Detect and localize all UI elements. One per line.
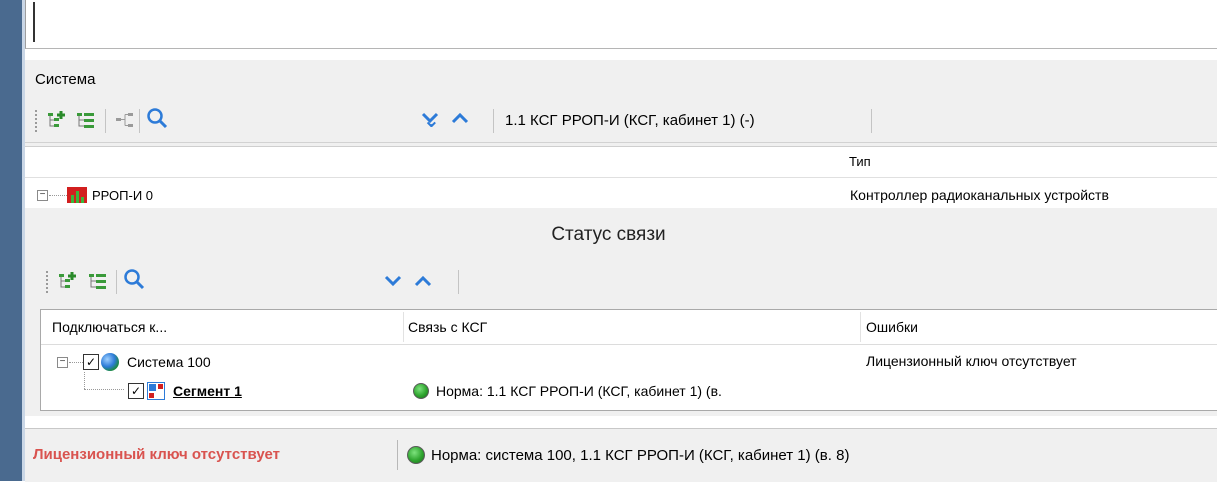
status-ok-icon bbox=[413, 383, 429, 399]
tree-node-type: Контроллер радиоканальных устройств bbox=[850, 187, 1109, 203]
connection-status: Норма: система 100, 1.1 КСГ РРОП-И (КСГ,… bbox=[407, 446, 849, 464]
globe-icon bbox=[101, 353, 119, 371]
status-ok-icon bbox=[407, 446, 425, 464]
tree-list-icon[interactable] bbox=[86, 270, 110, 292]
segment-checkbox[interactable]: ✓ bbox=[128, 383, 144, 399]
column-header-connect-to[interactable]: Подключаться к... bbox=[52, 319, 167, 335]
collapse-icon[interactable]: − bbox=[37, 189, 48, 201]
toolbar-separator bbox=[458, 270, 459, 294]
column-header-type[interactable]: Тип bbox=[849, 154, 871, 169]
status-toolbar bbox=[40, 262, 1217, 302]
chevron-up-icon[interactable] bbox=[414, 274, 432, 291]
collapse-icon[interactable]: − bbox=[57, 356, 68, 368]
tree-connector bbox=[84, 372, 85, 389]
system-errors: Лицензионный ключ отсутствует bbox=[866, 353, 1077, 369]
hierarchy-icon[interactable] bbox=[113, 109, 137, 131]
toolbar-separator bbox=[105, 109, 106, 133]
segment-icon bbox=[147, 382, 165, 400]
search-icon[interactable] bbox=[145, 107, 169, 129]
system-name: Система 100 bbox=[127, 354, 211, 370]
chevron-down-icon[interactable] bbox=[384, 274, 402, 291]
license-error-text: Лицензионный ключ отсутствует bbox=[33, 446, 280, 463]
system-toolbar: ⌄ 1.1 КСГ РРОП-И (КСГ, кабинет 1) (-) bbox=[25, 100, 1217, 143]
system-checkbox[interactable]: ✓ bbox=[83, 354, 99, 370]
tree-node-label[interactable]: РРОП-И 0 bbox=[92, 188, 153, 203]
column-header-errors[interactable]: Ошибки bbox=[866, 319, 918, 335]
toolbar-grip[interactable] bbox=[35, 110, 40, 132]
next-down-button[interactable] bbox=[421, 111, 439, 128]
current-path-label: 1.1 КСГ РРОП-И (КСГ, кабинет 1) (-) bbox=[505, 112, 755, 129]
status-dialog-title: Статус связи bbox=[551, 224, 666, 245]
status-row-system[interactable]: − ✓ Система 100 bbox=[57, 351, 211, 373]
toolbar-separator bbox=[139, 109, 140, 133]
header-divider bbox=[25, 177, 1217, 178]
column-divider[interactable] bbox=[860, 312, 861, 342]
segment-link-status: Норма: 1.1 КСГ РРОП-И (КСГ, кабинет 1) (… bbox=[413, 380, 866, 402]
toolbar-separator bbox=[116, 270, 117, 294]
toolbar-separator bbox=[871, 109, 872, 133]
top-text-area[interactable] bbox=[25, 0, 1217, 49]
text-caret bbox=[33, 2, 35, 42]
segment-link-text: Норма: 1.1 КСГ РРОП-И (КСГ, кабинет 1) (… bbox=[436, 383, 722, 399]
column-header-link[interactable]: Связь с КСГ bbox=[408, 319, 487, 335]
search-icon[interactable] bbox=[122, 268, 146, 290]
chevron-up-icon[interactable] bbox=[451, 111, 469, 128]
tree-connector bbox=[84, 389, 124, 390]
system-panel-title: Система bbox=[35, 71, 96, 88]
add-tree-node-icon[interactable] bbox=[45, 109, 69, 131]
tree-connector bbox=[69, 361, 83, 363]
tree-list-icon[interactable] bbox=[74, 109, 98, 131]
tree-connector bbox=[49, 194, 67, 196]
status-row-segment[interactable]: ✓ Сегмент 1 bbox=[128, 380, 242, 402]
toolbar-grip[interactable] bbox=[46, 271, 51, 293]
column-divider[interactable] bbox=[403, 312, 404, 342]
toolbar-separator bbox=[493, 109, 494, 133]
status-grid-header bbox=[41, 310, 1217, 345]
segment-name[interactable]: Сегмент 1 bbox=[173, 383, 242, 399]
add-tree-node-icon[interactable] bbox=[56, 270, 80, 292]
status-bar-separator bbox=[397, 440, 398, 470]
device-icon bbox=[67, 187, 87, 203]
connection-status-text: Норма: система 100, 1.1 КСГ РРОП-И (КСГ,… bbox=[431, 446, 850, 464]
tree-row[interactable]: − РРОП-И 0 bbox=[37, 184, 153, 206]
